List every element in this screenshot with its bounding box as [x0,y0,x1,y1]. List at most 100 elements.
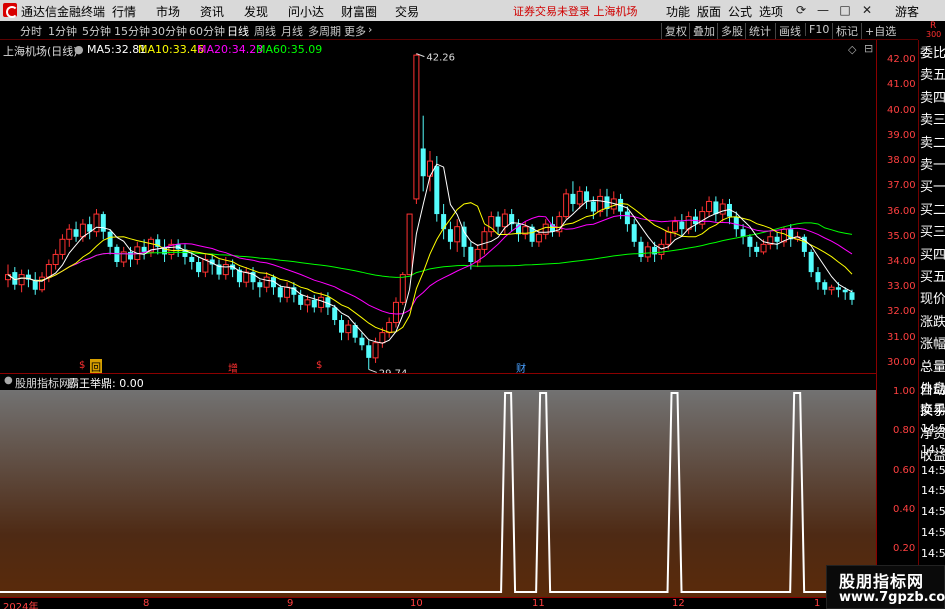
menu-formula[interactable]: 公式 [728,3,752,20]
high-label: 42.26 [426,53,455,64]
candle [318,292,325,313]
period-multi[interactable]: 多周期 [308,23,341,39]
candle [339,314,345,341]
candle-body [222,264,229,276]
candle-body [835,287,841,290]
candle-body [747,236,753,247]
close-icon[interactable]: ✕ [859,2,875,18]
add-watchlist-button[interactable]: +自选 [861,23,896,39]
menu-layout[interactable]: 版面 [697,3,721,20]
candle [202,254,209,278]
indicator-label: 霸王举鼎: 0.00 [68,377,144,390]
f10-button[interactable]: F10 [805,23,829,36]
marker-buyback[interactable]: 回 [90,359,102,374]
period-monthly[interactable]: 月线 [281,23,303,39]
candle [665,226,672,250]
menu-ask[interactable]: 问小达 [288,3,324,20]
candle [740,224,746,245]
candle-body [141,246,147,252]
candle-body [366,345,372,358]
menu-discover[interactable]: 发现 [244,3,268,20]
candle [196,256,202,278]
candle-body [52,253,59,266]
sub-chart-header: ● 股朋指标网 霸王举鼎: 0.00 [0,373,876,390]
draw-button[interactable]: 画线 [775,23,801,39]
guest-login[interactable]: 游客 [895,3,919,20]
menu-options[interactable]: 选项 [759,3,783,20]
menu-market[interactable]: 市场 [156,3,180,20]
candle-body [468,246,474,262]
y-tick-label: 38.00 [887,155,916,167]
candle [39,272,46,293]
menu-news[interactable]: 资讯 [200,3,224,20]
candle-body [672,221,679,233]
candle-body [699,211,706,225]
overlay-button[interactable]: 叠加 [689,23,715,39]
menu-trade[interactable]: 交易 [395,3,419,20]
candle [488,211,495,237]
candle [441,203,447,240]
y-tick-label: 42.00 [887,54,916,66]
statistics-button[interactable]: 统计 [745,23,771,39]
sub-chart-name: 股朋指标网 [15,377,70,390]
quote-panel-item: 自动 [920,383,945,398]
candle-body [399,274,406,303]
candle [359,332,365,351]
candle-body [243,271,250,283]
candle [788,224,794,247]
candle [73,221,79,242]
candle [352,322,358,343]
candle-body [760,243,767,253]
minimize-icon[interactable]: — [815,2,831,18]
refresh-icon[interactable]: ⟳ [793,2,809,18]
candle-body [631,224,637,242]
candle-body [481,231,488,250]
period-1min[interactable]: 1分钟 [48,23,77,39]
ma20-line [7,214,853,315]
period-weekly[interactable]: 周线 [254,23,276,39]
candle-body [66,228,73,240]
period-30min[interactable]: 30分钟 [151,23,187,39]
time-label: 14:56 [921,546,945,560]
more-arrow-icon[interactable]: › [368,23,372,36]
candle-body [73,229,79,237]
candle [563,188,570,220]
candle-body [706,200,713,213]
maximize-icon[interactable]: □ [837,2,853,18]
candle-body [339,320,345,333]
quote-panel-item: 卖四 [920,90,945,106]
menu-function[interactable]: 功能 [666,3,690,20]
period-15min[interactable]: 15分钟 [114,23,150,39]
marker-dividend-1[interactable]: $ [79,360,85,371]
adjust-button[interactable]: 复权 [661,23,687,39]
candle-body [542,223,549,235]
quote-panel-item: 涨幅 [920,337,945,353]
quote-panel-item: 交易 [920,403,945,418]
multi-stock-button[interactable]: 多股 [717,23,743,39]
period-5min[interactable]: 5分钟 [82,23,111,39]
candle [284,282,291,303]
candle [849,289,855,305]
period-60min[interactable]: 60分钟 [189,23,225,39]
app-title: 通达信金融终端 [21,5,106,19]
period-more[interactable]: 更多 [344,23,366,39]
candle [754,241,760,257]
candle [291,282,297,303]
period-daily[interactable]: 日线 [227,23,249,39]
candle [114,244,120,268]
sub-settings-icon[interactable]: ● [4,375,13,386]
candle [52,249,59,270]
y-tick-label: 37.00 [887,180,916,192]
mark-button[interactable]: 标记 [832,23,858,39]
candle [420,115,426,192]
candle-body [311,299,317,308]
y-tick-label: 39.00 [887,129,916,141]
menu-quotes[interactable]: 行情 [112,3,136,20]
candle-body [304,299,311,306]
marker-dividend-2[interactable]: $ [316,360,322,371]
candle-body [345,324,352,334]
candle-body [79,223,86,238]
period-tick[interactable]: 分时 [20,23,42,39]
menu-wealth[interactable]: 财富圈 [341,3,377,20]
candle [413,53,420,204]
